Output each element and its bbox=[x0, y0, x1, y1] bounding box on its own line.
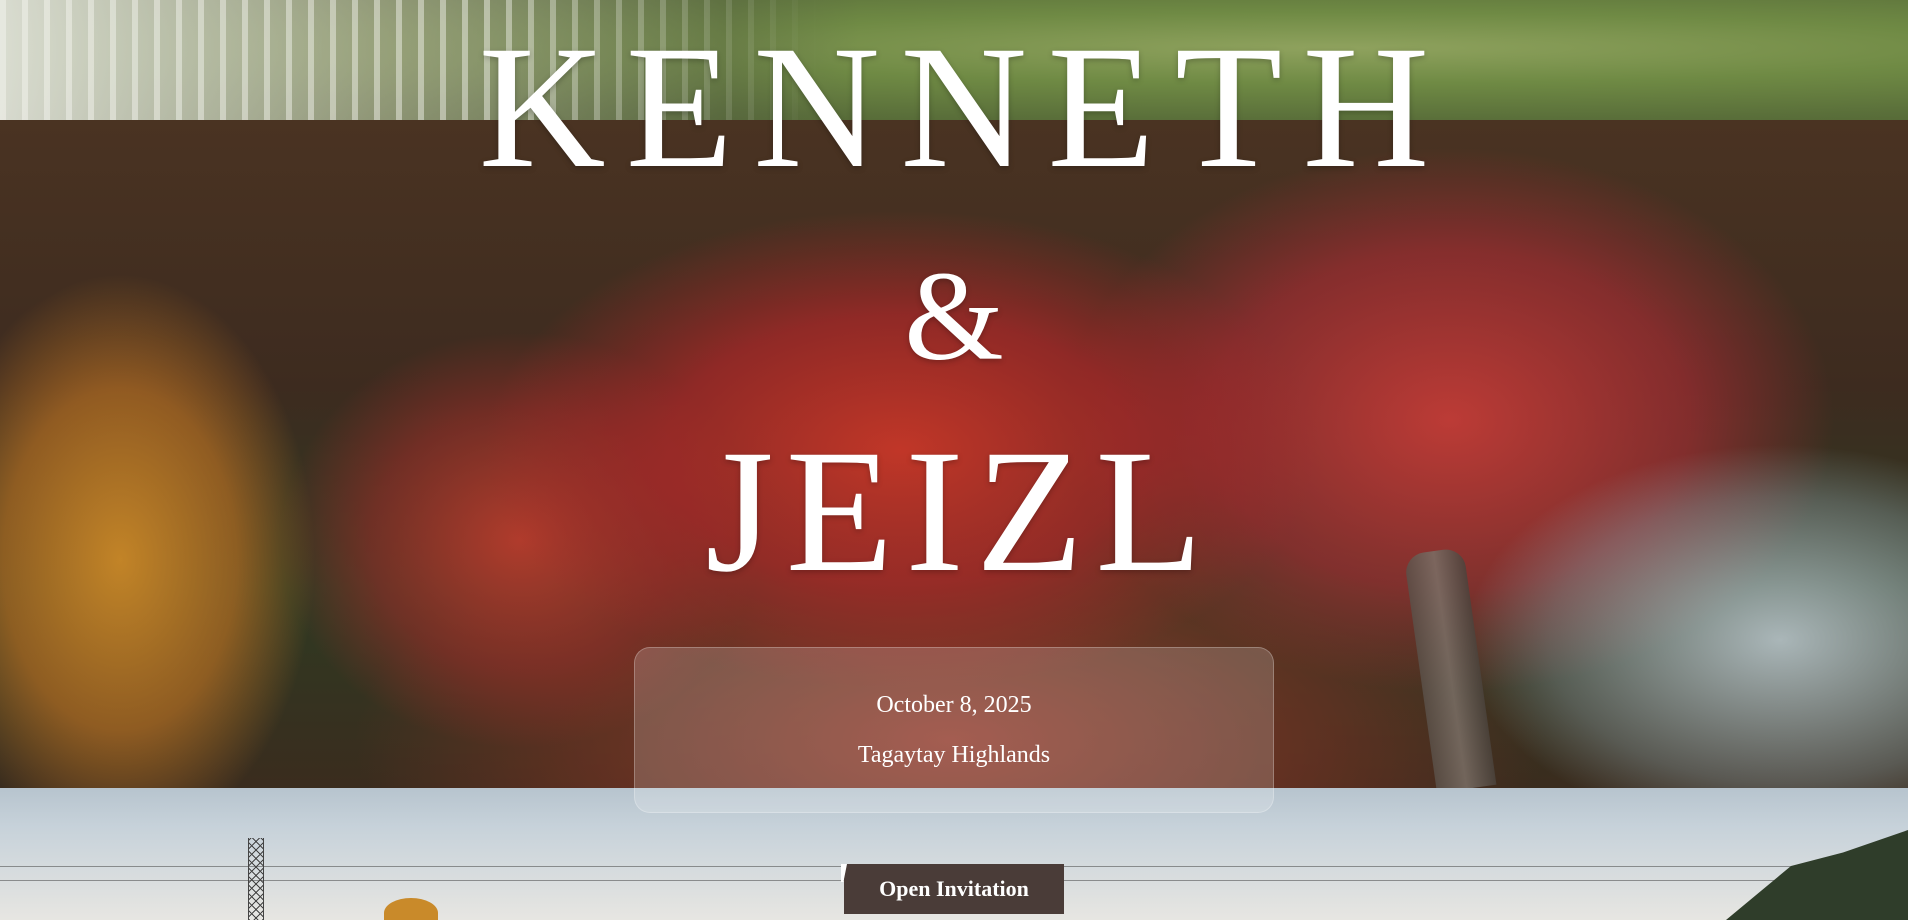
event-date: October 8, 2025 bbox=[876, 692, 1032, 718]
pylon-image bbox=[248, 838, 264, 920]
hill-image bbox=[1726, 830, 1908, 920]
groom-name: KENNETH bbox=[478, 10, 1450, 205]
tree-image bbox=[384, 898, 438, 920]
bride-name: JEIZL bbox=[705, 414, 1215, 609]
event-details-card: October 8, 2025 Tagaytay Highlands bbox=[634, 647, 1274, 813]
event-venue: Tagaytay Highlands bbox=[857, 742, 1051, 768]
hero-section: KENNETH & JEIZL October 8, 2025 Tagaytay… bbox=[0, 0, 1908, 920]
ampersand: & bbox=[904, 245, 1004, 387]
open-invitation-button[interactable]: Open Invitation bbox=[844, 864, 1064, 914]
